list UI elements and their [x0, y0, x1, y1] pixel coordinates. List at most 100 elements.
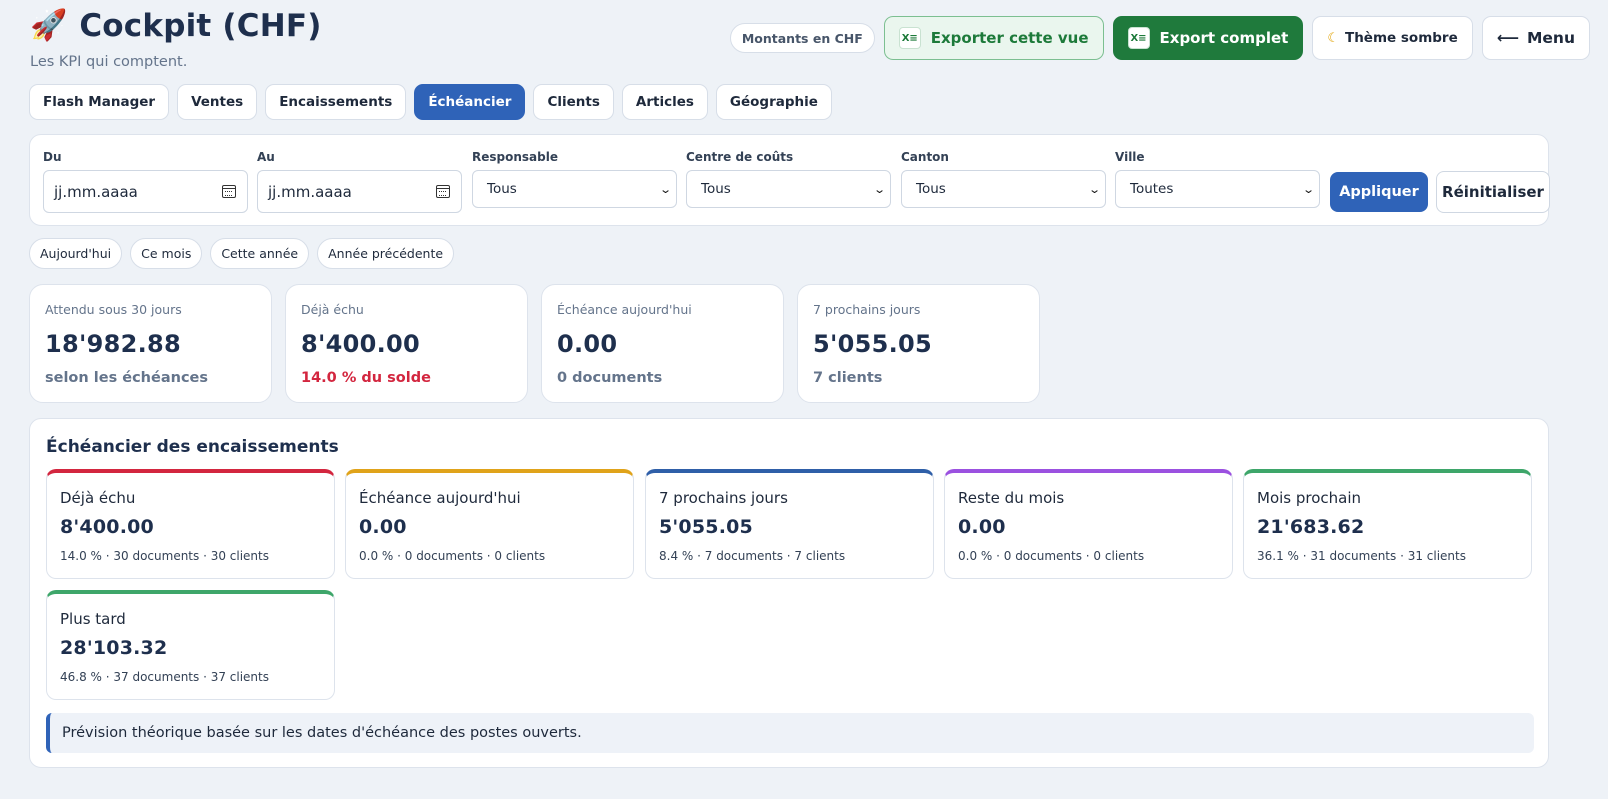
to-label: Au	[257, 150, 275, 164]
cost-center-value: Tous	[701, 181, 731, 197]
kpi-value: 0.00	[557, 330, 618, 358]
tab-bar: Flash Manager Ventes Encaissements Échéa…	[29, 84, 832, 120]
quick-this-month-button[interactable]: Ce mois	[130, 238, 203, 269]
city-value: Toutes	[1130, 181, 1174, 197]
kpi-card: Attendu sous 30 jours 18'982.88 selon le…	[29, 284, 272, 403]
bucket-meta: 0.0 % · 0 documents · 0 clients	[958, 549, 1145, 563]
filter-from: Du jj.mm.aaaa	[43, 150, 248, 213]
kpi-sub: selon les échéances	[45, 370, 209, 386]
quick-this-year-button[interactable]: Cette année	[210, 238, 310, 269]
filter-responsable: Responsable Tous ⌄	[472, 150, 677, 208]
city-label: Ville	[1115, 150, 1145, 164]
kpi-value: 8'400.00	[301, 330, 421, 358]
to-date-input[interactable]: jj.mm.aaaa	[257, 170, 462, 213]
page-header: 🚀 Cockpit (CHF) Les KPI qui comptent.	[30, 8, 322, 70]
kpi-sub: 14.0 % du solde	[301, 370, 431, 386]
forecast-note: Prévision théorique basée sur les dates …	[46, 713, 1534, 753]
bucket-meta: 14.0 % · 30 documents · 30 clients	[60, 549, 269, 563]
bucket-value: 28'103.32	[60, 637, 168, 659]
bucket-label: 7 prochains jours	[659, 489, 788, 507]
export-full-button[interactable]: X≡ Export complet	[1112, 16, 1304, 60]
tab-encaissements[interactable]: Encaissements	[265, 84, 407, 120]
filter-to: Au jj.mm.aaaa	[257, 150, 462, 213]
to-date-placeholder: jj.mm.aaaa	[268, 182, 352, 201]
kpi-label: Échéance aujourd'hui	[557, 302, 692, 317]
bucket-label: Reste du mois	[958, 489, 1065, 507]
bucket-card: Reste du mois 0.00 0.0 % · 0 documents ·…	[944, 469, 1233, 579]
bucket-card: Déjà échu 8'400.00 14.0 % · 30 documents…	[46, 469, 335, 579]
canton-value: Tous	[916, 181, 946, 197]
responsable-select[interactable]: Tous ⌄	[472, 170, 677, 208]
tab-ventes[interactable]: Ventes	[177, 84, 258, 120]
kpi-sub: 0 documents	[557, 370, 663, 386]
bucket-meta: 46.8 % · 37 documents · 37 clients	[60, 670, 269, 684]
quick-previous-year-button[interactable]: Année précédente	[317, 238, 455, 269]
dark-theme-button[interactable]: ☾ Thème sombre	[1312, 16, 1473, 60]
kpi-card: 7 prochains jours 5'055.05 7 clients	[797, 284, 1040, 403]
schedule-title: Échéancier des encaissements	[46, 437, 339, 457]
filter-cost-center: Centre de coûts Tous ⌄	[686, 150, 891, 208]
schedule-panel: Échéancier des encaissements Déjà échu 8…	[29, 418, 1549, 768]
moon-icon: ☾	[1327, 30, 1339, 46]
calendar-icon[interactable]	[436, 185, 450, 198]
responsable-value: Tous	[487, 181, 517, 197]
chevron-down-icon: ⌄	[872, 182, 886, 196]
bucket-meta: 0.0 % · 0 documents · 0 clients	[359, 549, 546, 563]
bucket-meta: 8.4 % · 7 documents · 7 clients	[659, 549, 846, 563]
bucket-value: 8'400.00	[60, 516, 154, 538]
from-label: Du	[43, 150, 62, 164]
bucket-card: 7 prochains jours 5'055.05 8.4 % · 7 doc…	[645, 469, 934, 579]
theme-label: Thème sombre	[1344, 30, 1458, 46]
excel-icon: X≡	[1127, 27, 1150, 49]
bucket-value: 0.00	[359, 516, 407, 538]
tab-flash-manager[interactable]: Flash Manager	[29, 84, 170, 120]
bucket-value: 0.00	[958, 516, 1006, 538]
chevron-down-icon: ⌄	[1087, 182, 1101, 196]
filter-city: Ville Toutes ⌄	[1115, 150, 1320, 208]
filter-panel: Du jj.mm.aaaa Au jj.mm.aaaa Responsable …	[29, 134, 1550, 226]
menu-label: Menu	[1526, 29, 1575, 47]
excel-icon: X≡	[898, 27, 921, 49]
bucket-value: 5'055.05	[659, 516, 753, 538]
top-actions: Montants en CHF X≡ Exporter cette vue X≡…	[729, 16, 1590, 60]
bucket-value: 21'683.62	[1257, 516, 1365, 538]
chevron-down-icon: ⌄	[1301, 182, 1315, 196]
bucket-card: Échéance aujourd'hui 0.00 0.0 % · 0 docu…	[345, 469, 634, 579]
canton-label: Canton	[901, 150, 949, 164]
export-view-label: Exporter cette vue	[930, 29, 1089, 47]
tab-clients[interactable]: Clients	[533, 84, 614, 120]
menu-button[interactable]: ⟵ Menu	[1481, 16, 1590, 60]
currency-badge: Montants en CHF	[729, 23, 875, 53]
apply-button[interactable]: Appliquer	[1330, 172, 1428, 212]
quick-today-button[interactable]: Aujourd'hui	[29, 238, 123, 269]
arrow-left-icon: ⟵	[1496, 29, 1519, 47]
reset-button[interactable]: Réinitialiser	[1436, 171, 1550, 213]
bucket-card: Plus tard 28'103.32 46.8 % · 37 document…	[46, 590, 335, 700]
calendar-icon[interactable]	[222, 185, 236, 198]
export-view-button[interactable]: X≡ Exporter cette vue	[883, 16, 1104, 60]
kpi-sub: 7 clients	[813, 370, 883, 386]
tab-echeancier[interactable]: Échéancier	[414, 84, 526, 120]
city-select[interactable]: Toutes ⌄	[1115, 170, 1320, 208]
bucket-label: Plus tard	[60, 610, 126, 628]
kpi-label: 7 prochains jours	[813, 302, 921, 317]
page-subtitle: Les KPI qui comptent.	[30, 54, 188, 70]
cost-center-select[interactable]: Tous ⌄	[686, 170, 891, 208]
filter-canton: Canton Tous ⌄	[901, 150, 1106, 208]
canton-select[interactable]: Tous ⌄	[901, 170, 1106, 208]
rocket-icon: 🚀	[30, 8, 68, 43]
cost-center-label: Centre de coûts	[686, 150, 794, 164]
kpi-label: Déjà échu	[301, 302, 364, 317]
bucket-label: Déjà échu	[60, 489, 136, 507]
tab-geographie[interactable]: Géographie	[715, 84, 832, 120]
from-date-input[interactable]: jj.mm.aaaa	[43, 170, 248, 213]
from-date-placeholder: jj.mm.aaaa	[54, 182, 138, 201]
bucket-meta: 36.1 % · 31 documents · 31 clients	[1257, 549, 1466, 563]
kpi-row: Attendu sous 30 jours 18'982.88 selon le…	[29, 284, 1040, 403]
tab-articles[interactable]: Articles	[621, 84, 708, 120]
page-title: Cockpit (CHF)	[79, 8, 322, 44]
quick-range-bar: Aujourd'hui Ce mois Cette année Année pr…	[29, 238, 455, 269]
chevron-down-icon: ⌄	[658, 182, 672, 196]
bucket-card: Mois prochain 21'683.62 36.1 % · 31 docu…	[1243, 469, 1532, 579]
export-full-label: Export complet	[1159, 29, 1289, 47]
